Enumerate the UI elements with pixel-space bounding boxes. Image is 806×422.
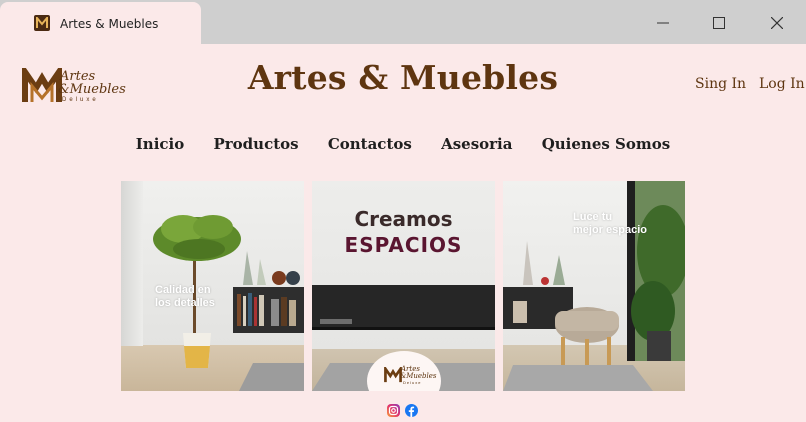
nav-item-inicio[interactable]: Inicio bbox=[136, 135, 184, 153]
tab-favicon-icon bbox=[34, 15, 50, 31]
panel3-caption-line1: Luce tu bbox=[573, 211, 613, 223]
facebook-icon[interactable] bbox=[405, 404, 418, 417]
gallery-panel-mejor-espacio[interactable]: Luce tu mejor espacio bbox=[503, 181, 685, 391]
instagram-icon[interactable] bbox=[387, 404, 400, 417]
panel1-caption-line2: los detalles bbox=[155, 297, 215, 309]
nav-item-quienes-somos[interactable]: Quienes Somos bbox=[542, 135, 671, 153]
badge-text-line2: &Muebles bbox=[400, 372, 437, 380]
log-in-link[interactable]: Log In bbox=[759, 76, 805, 92]
nav-item-contactos[interactable]: Contactos bbox=[328, 135, 412, 153]
site-title: Artes & Muebles bbox=[247, 58, 559, 97]
minimize-icon bbox=[657, 22, 669, 24]
maximize-button[interactable] bbox=[697, 7, 741, 39]
badge-text-line3: Deluxe bbox=[403, 380, 422, 385]
main-nav: Inicio Productos Contactos Asesoria Quie… bbox=[0, 135, 806, 153]
maximize-icon bbox=[713, 17, 725, 29]
close-icon bbox=[771, 17, 783, 29]
gallery-panel-calidad[interactable]: Calidad en los detalles bbox=[121, 181, 304, 391]
gallery-panel-espacios[interactable]: Creamos ESPACIOS Artes &Muebles Deluxe bbox=[312, 181, 495, 391]
panel3-caption: Luce tu mejor espacio bbox=[573, 211, 647, 237]
tab-title: Artes & Muebles bbox=[60, 17, 159, 31]
sign-in-link[interactable]: Sing In bbox=[695, 76, 746, 92]
title-bar: Artes & Muebles bbox=[0, 0, 806, 44]
browser-tab[interactable]: Artes & Muebles bbox=[0, 2, 201, 44]
minimize-button[interactable] bbox=[641, 7, 685, 39]
logo-text-line3: Deluxe bbox=[62, 97, 99, 103]
nav-item-productos[interactable]: Productos bbox=[213, 135, 298, 153]
facebook-glyph-icon bbox=[408, 406, 415, 417]
instagram-glyph-icon bbox=[388, 405, 399, 416]
panel3-caption-line2: mejor espacio bbox=[573, 224, 647, 236]
close-button[interactable] bbox=[755, 7, 799, 39]
nav-item-asesoria[interactable]: Asesoria bbox=[441, 135, 512, 153]
panel1-caption-line1: Calidad en bbox=[155, 284, 211, 296]
panel1-caption: Calidad en los detalles bbox=[155, 284, 215, 310]
